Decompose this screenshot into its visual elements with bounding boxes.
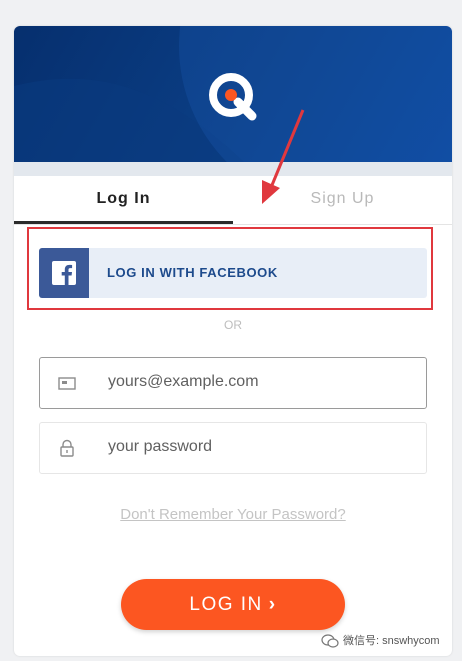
auth-tabs: Log In Sign Up (14, 176, 452, 225)
facebook-icon (52, 261, 76, 285)
watermark-text: 微信号: snswhycom (343, 635, 440, 647)
lock-icon (60, 439, 74, 457)
watermark: 微信号: snswhycom (321, 630, 440, 652)
email-input[interactable] (108, 358, 408, 406)
app-logo-icon (209, 73, 257, 121)
login-submit-label: LOG IN (189, 594, 263, 615)
facebook-icon-box (39, 248, 89, 298)
chevron-right-icon: › (268, 594, 277, 615)
login-card: Log In Sign Up LOG IN WITH FACEBOOK OR D… (14, 26, 452, 656)
email-field[interactable] (39, 357, 427, 409)
forgot-password-link[interactable]: Don't Remember Your Password? (14, 506, 452, 523)
tab-login[interactable]: Log In (14, 176, 233, 224)
facebook-login-label: LOG IN WITH FACEBOOK (107, 265, 278, 280)
or-divider: OR (224, 318, 242, 332)
envelope-icon (58, 377, 76, 390)
header-banner (14, 26, 452, 162)
login-submit-button[interactable]: LOG IN › (121, 579, 345, 630)
password-field[interactable] (39, 422, 427, 474)
tab-signup[interactable]: Sign Up (233, 176, 452, 224)
header-strip (14, 162, 452, 176)
facebook-login-button[interactable]: LOG IN WITH FACEBOOK (39, 248, 427, 298)
wechat-icon (321, 634, 339, 648)
password-input[interactable] (108, 423, 408, 471)
